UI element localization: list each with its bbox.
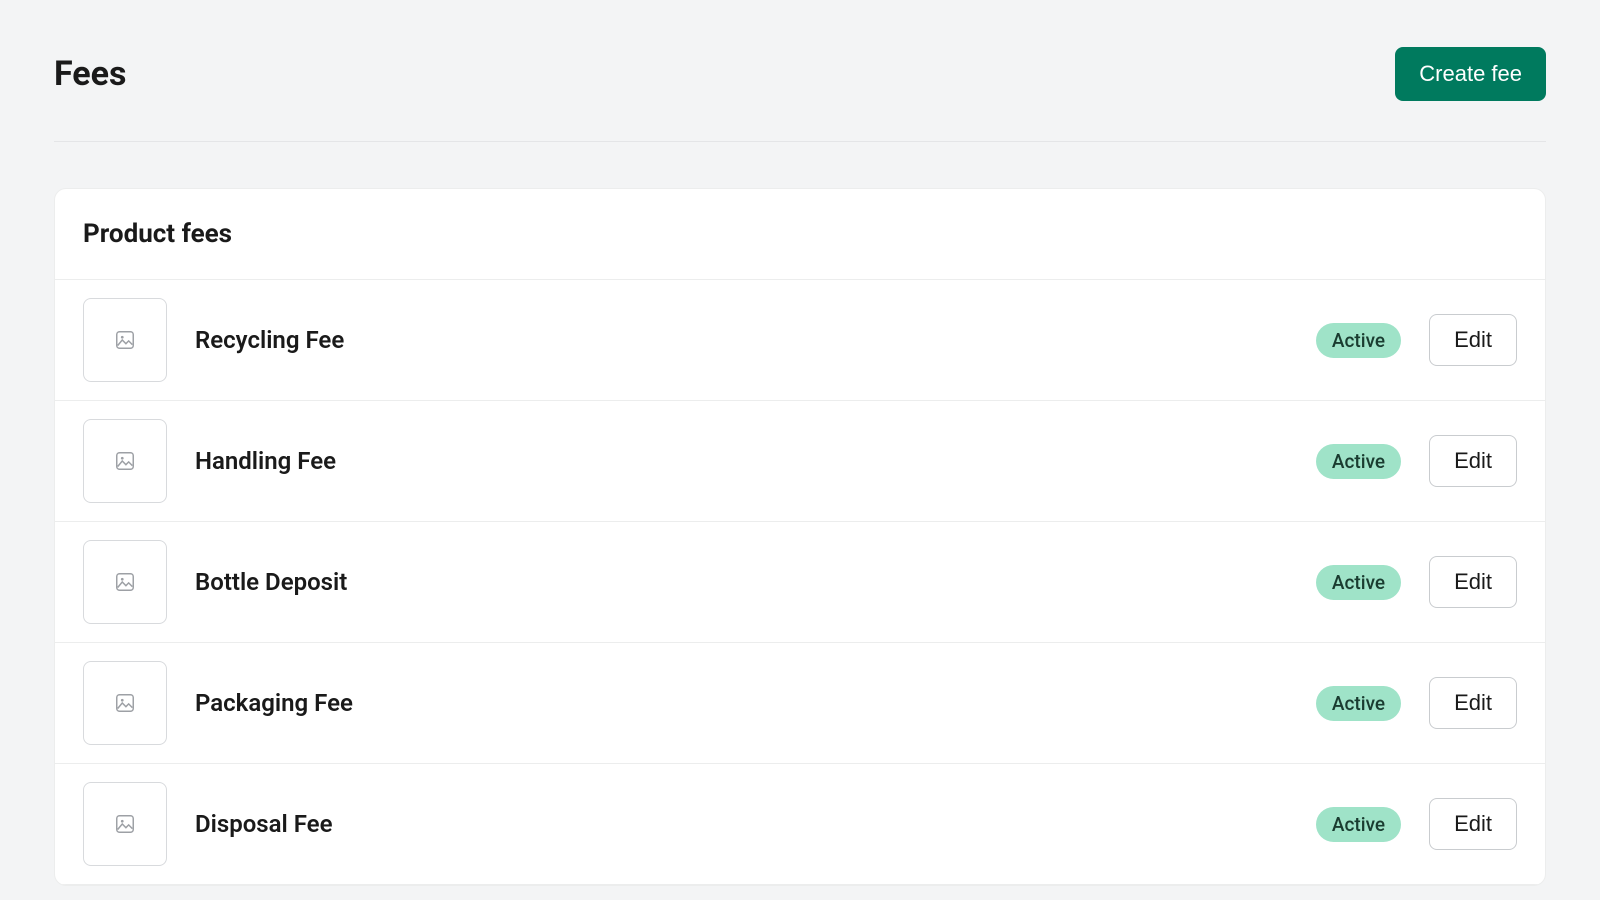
page-header: Fees Create fee xyxy=(54,47,1546,142)
fee-list: Recycling Fee Active Edit Handling Fee Acti… xyxy=(55,280,1545,885)
status-badge: Active xyxy=(1316,444,1401,479)
fee-row: Disposal Fee Active Edit xyxy=(55,764,1545,885)
fee-row: Packaging Fee Active Edit xyxy=(55,643,1545,764)
fee-row: Bottle Deposit Active Edit xyxy=(55,522,1545,643)
fee-name: Packaging Fee xyxy=(195,689,1288,717)
create-fee-button[interactable]: Create fee xyxy=(1395,47,1546,101)
edit-button[interactable]: Edit xyxy=(1429,677,1517,729)
image-placeholder-icon xyxy=(83,540,167,624)
image-placeholder-icon xyxy=(83,661,167,745)
fee-name: Recycling Fee xyxy=(195,326,1288,354)
fee-row: Handling Fee Active Edit xyxy=(55,401,1545,522)
fee-name: Disposal Fee xyxy=(195,810,1288,838)
edit-button[interactable]: Edit xyxy=(1429,556,1517,608)
edit-button[interactable]: Edit xyxy=(1429,798,1517,850)
status-badge: Active xyxy=(1316,565,1401,600)
card-title: Product fees xyxy=(83,219,1517,249)
page-title: Fees xyxy=(54,54,127,94)
status-badge: Active xyxy=(1316,323,1401,358)
edit-button[interactable]: Edit xyxy=(1429,435,1517,487)
page-container: Fees Create fee Product fees Recycling F… xyxy=(0,0,1600,886)
product-fees-card: Product fees Recycling Fee Active Edit Han… xyxy=(54,188,1546,886)
card-header: Product fees xyxy=(55,189,1545,280)
status-badge: Active xyxy=(1316,686,1401,721)
fee-name: Bottle Deposit xyxy=(195,568,1288,596)
fee-row: Recycling Fee Active Edit xyxy=(55,280,1545,401)
image-placeholder-icon xyxy=(83,782,167,866)
edit-button[interactable]: Edit xyxy=(1429,314,1517,366)
image-placeholder-icon xyxy=(83,298,167,382)
status-badge: Active xyxy=(1316,807,1401,842)
fee-name: Handling Fee xyxy=(195,447,1288,475)
image-placeholder-icon xyxy=(83,419,167,503)
